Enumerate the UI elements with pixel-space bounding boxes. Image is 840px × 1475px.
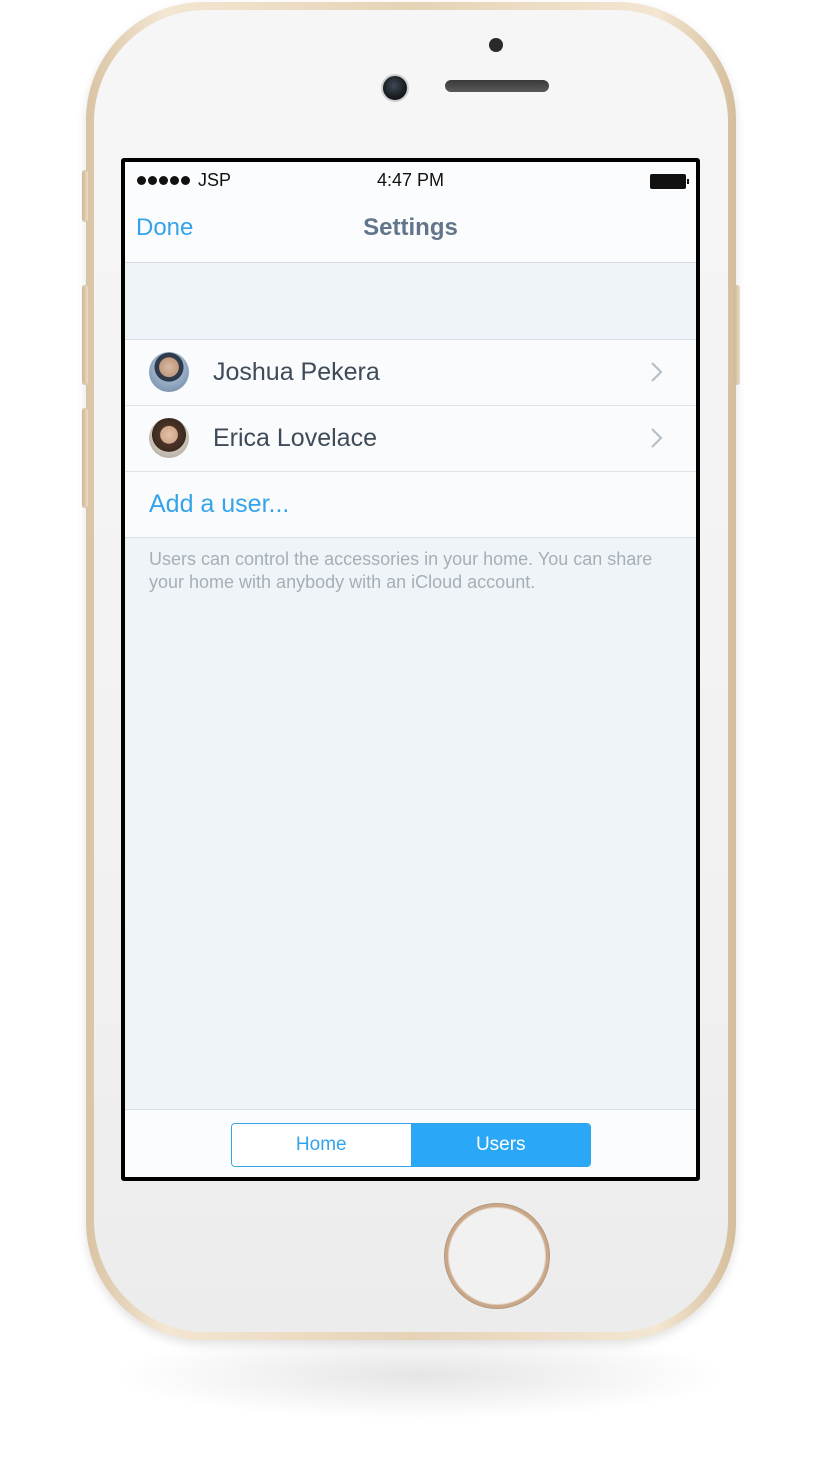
user-row-erica-lovelace[interactable]: Erica Lovelace: [125, 406, 696, 472]
section-footer-note: Users can control the accessories in you…: [149, 549, 653, 592]
add-user-button[interactable]: Add a user...: [125, 472, 696, 537]
add-user-label: Add a user...: [149, 490, 290, 518]
volume-up-button: [82, 285, 88, 385]
page-title: Settings: [363, 214, 458, 241]
front-camera-icon: [381, 74, 409, 102]
navigation-bar: Done Settings: [125, 200, 696, 263]
chevron-right-icon: [651, 428, 663, 448]
status-bar: JSP 4:47 PM: [125, 162, 696, 200]
chevron-right-icon: [651, 362, 663, 382]
proximity-sensor: [489, 38, 503, 52]
power-button: [734, 285, 740, 385]
avatar: [149, 418, 189, 458]
display: JSP 4:47 PM Done Settings Joshua Pekera …: [125, 162, 696, 1177]
user-name: Joshua Pekera: [213, 358, 380, 386]
screen-bezel: JSP 4:47 PM Done Settings Joshua Pekera …: [121, 158, 700, 1181]
earpiece-speaker: [445, 80, 549, 92]
bottom-toolbar: Home Users: [125, 1109, 696, 1177]
avatar: [149, 352, 189, 392]
user-row-joshua-pekera[interactable]: Joshua Pekera: [125, 340, 696, 406]
volume-down-button: [82, 408, 88, 508]
battery-icon: [650, 174, 689, 189]
phone-shadow: [110, 1330, 730, 1420]
segment-home[interactable]: Home: [232, 1124, 412, 1166]
status-time: 4:47 PM: [376, 170, 445, 190]
segment-users[interactable]: Users: [411, 1124, 590, 1166]
mute-switch: [82, 170, 88, 222]
home-button[interactable]: [445, 1204, 549, 1308]
users-table: Joshua Pekera Erica Lovelace Add a user.…: [125, 339, 696, 538]
home-users-segmented-control: Home Users: [231, 1123, 591, 1167]
user-name: Erica Lovelace: [213, 424, 377, 452]
